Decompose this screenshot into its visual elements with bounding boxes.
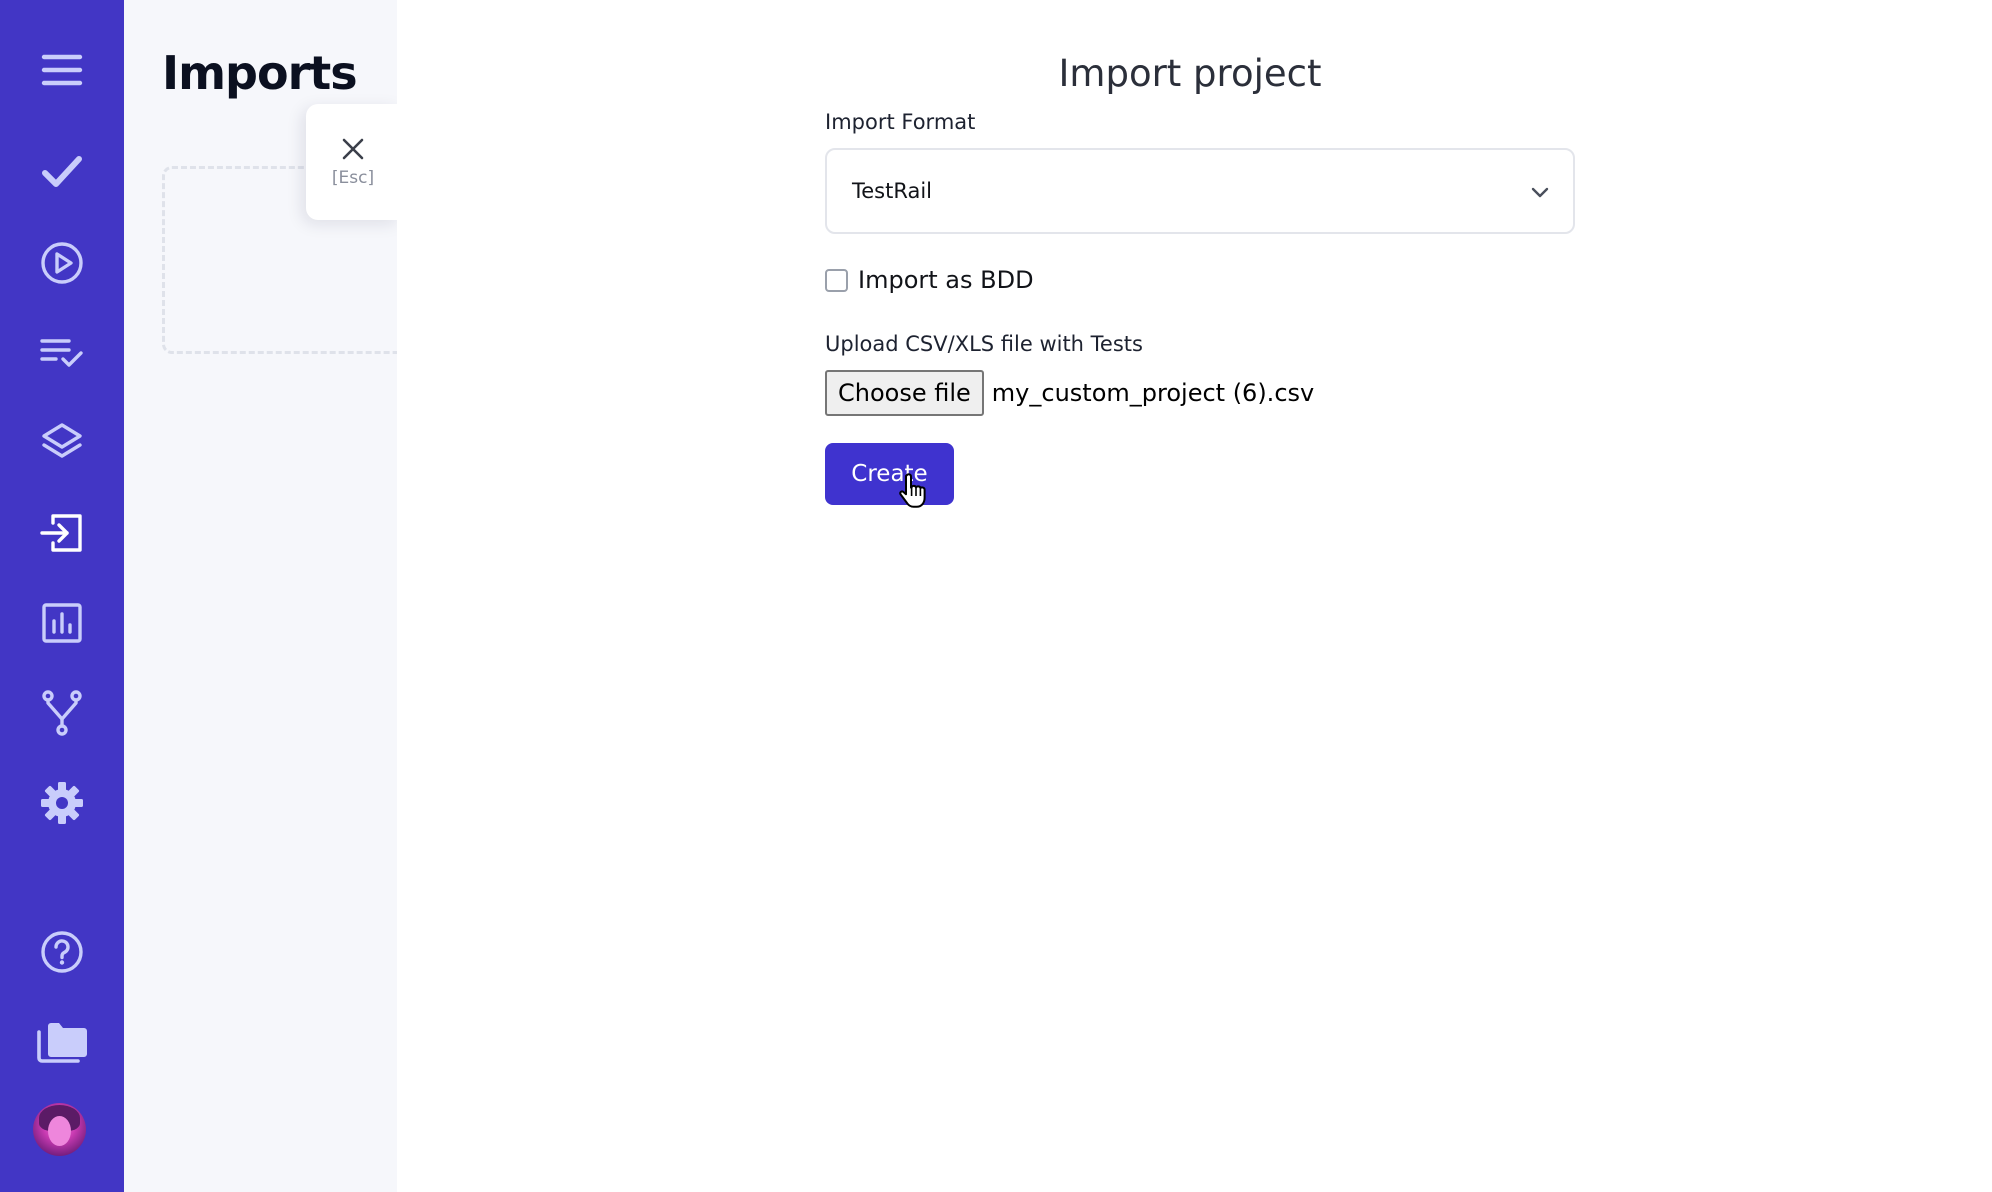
file-upload-input[interactable]: Choose file my_custom_project (6).csv [825, 370, 1314, 416]
sidebar-item-runs[interactable] [0, 218, 124, 308]
checkmark-icon [42, 156, 82, 187]
checklist-icon [40, 339, 83, 367]
sidebar-item-menu[interactable] [0, 25, 124, 115]
sidebar-item-tests[interactable] [0, 127, 124, 217]
help-circle-icon [41, 931, 83, 973]
import-format-label: Import Format [825, 110, 976, 134]
avatar[interactable] [33, 1103, 86, 1156]
modal-title: Import project [1058, 52, 1322, 95]
import-icon [40, 514, 82, 552]
folders-icon [37, 1023, 87, 1063]
import-as-bdd-label[interactable]: Import as BDD [858, 266, 1034, 294]
import-format-value: TestRail [852, 179, 933, 203]
chevron-down-icon [1531, 187, 1549, 198]
bar-chart-icon [42, 603, 82, 643]
sidebar-item-branches[interactable] [0, 668, 124, 758]
hand-cursor-icon [899, 473, 926, 508]
gear-icon [41, 782, 83, 824]
close-icon [342, 138, 364, 160]
sidebar-item-settings[interactable] [0, 758, 124, 848]
sidebar-item-plans[interactable] [0, 308, 124, 398]
selected-file-name: my_custom_project (6).csv [991, 379, 1315, 407]
play-circle-icon [41, 242, 83, 284]
page-title: Imports [162, 46, 358, 100]
sidebar-item-imports[interactable] [0, 488, 124, 578]
sidebar-item-steps[interactable] [0, 398, 124, 488]
layers-icon [42, 423, 82, 458]
close-modal-button[interactable]: [Esc] [306, 104, 400, 220]
import-project-modal: Import project Import Format TestRail Im… [397, 0, 1992, 1192]
create-button[interactable]: Create [825, 443, 954, 505]
import-format-select[interactable]: TestRail [825, 148, 1575, 234]
branch-icon [42, 690, 82, 736]
import-as-bdd-row[interactable]: Import as BDD [825, 266, 1034, 294]
hamburger-menu-icon [41, 54, 83, 86]
sidebar-item-analytics[interactable] [0, 578, 124, 668]
esc-hint: [Esc] [331, 168, 375, 188]
import-as-bdd-checkbox[interactable] [825, 268, 848, 292]
sidebar [0, 0, 124, 1192]
upload-file-label: Upload CSV/XLS file with Tests [825, 332, 1143, 356]
choose-file-button[interactable]: Choose file [825, 370, 984, 416]
sidebar-item-help[interactable] [0, 907, 124, 997]
sidebar-item-projects[interactable] [0, 996, 124, 1086]
